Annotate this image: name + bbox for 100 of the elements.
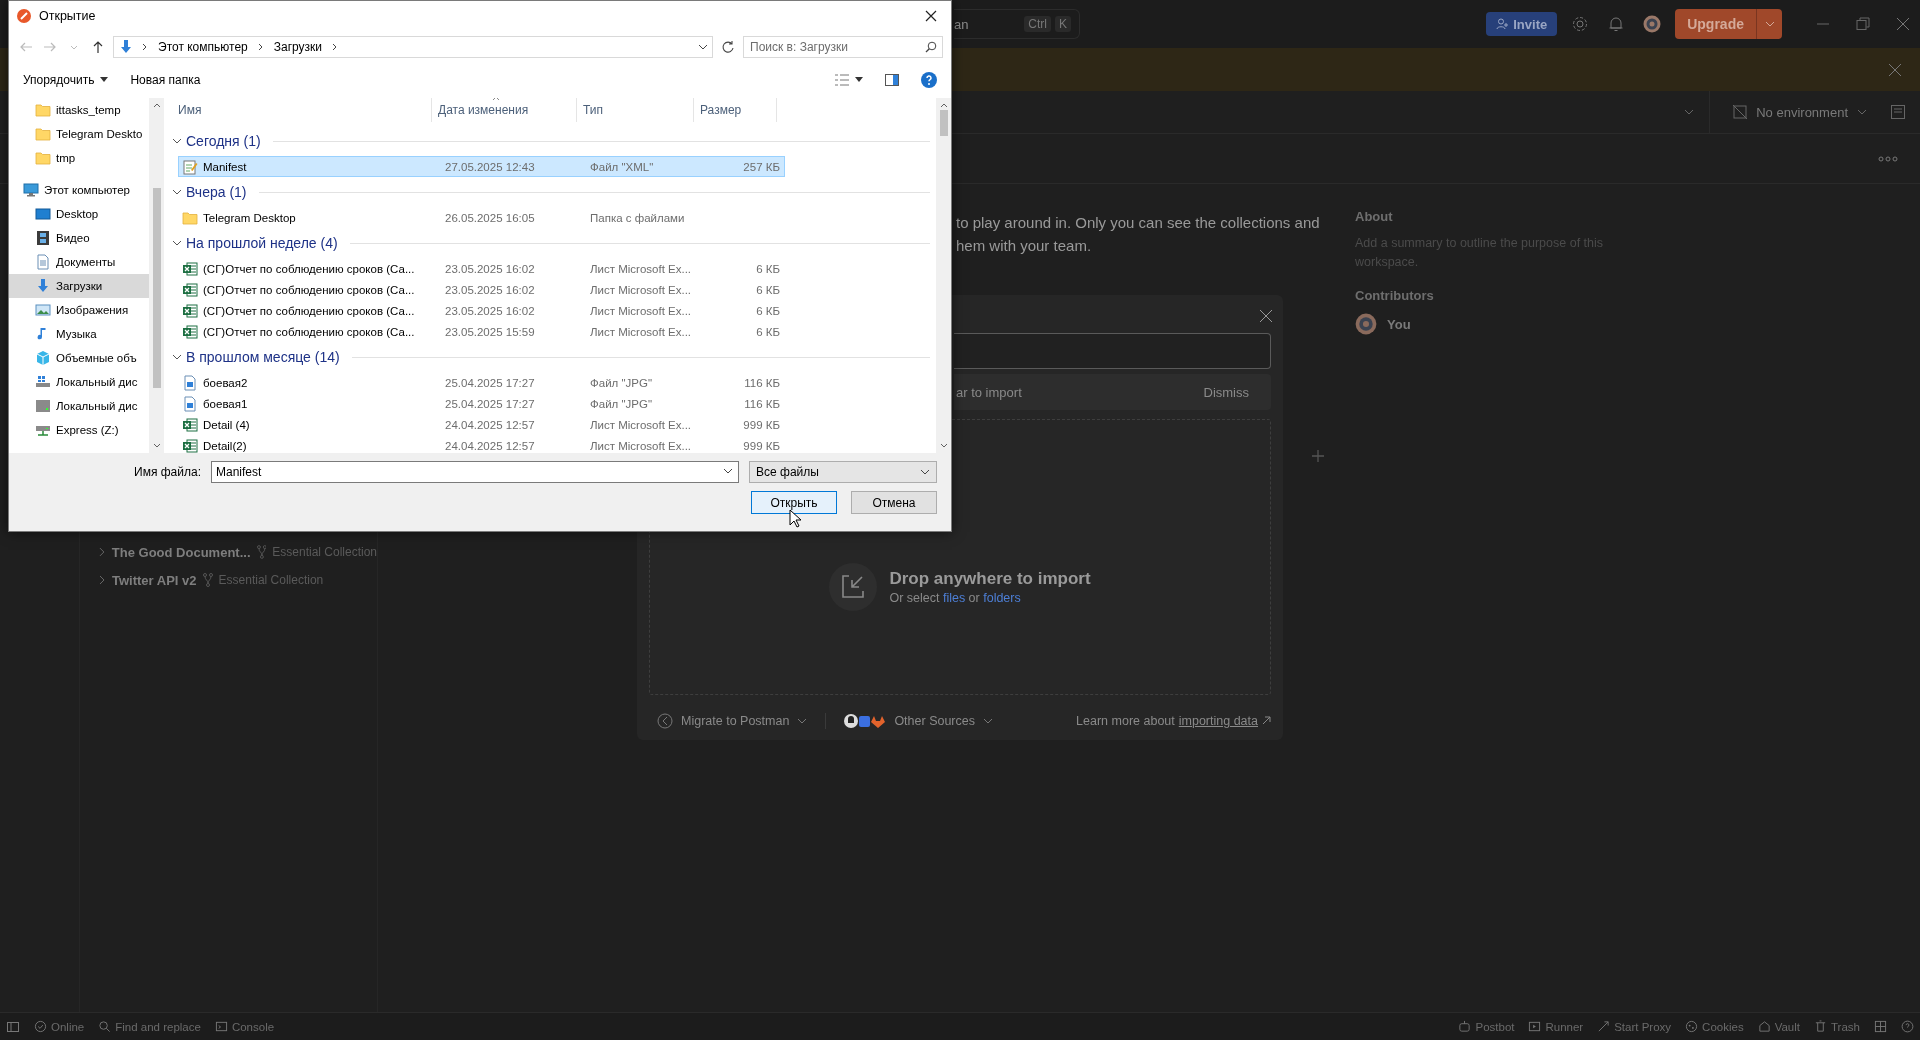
environment-selector[interactable]: No environment (1724, 104, 1876, 120)
importing-data-link[interactable]: importing data (1178, 713, 1258, 728)
variables-icon[interactable] (1890, 104, 1906, 120)
breadcrumb[interactable]: Этот компьютер (156, 40, 250, 54)
chevron-icon[interactable] (172, 238, 182, 248)
file-name[interactable]: (СГ)Отчет по соблюдению сроков (Са... (203, 283, 415, 296)
collection-name[interactable]: Twitter API v2 (112, 572, 197, 588)
sidebar-toggle-icon[interactable] (6, 1019, 20, 1034)
nav-item[interactable]: Документы (9, 250, 149, 274)
dialog-button[interactable]: Открыть (751, 491, 837, 514)
nav-item[interactable]: Объемные объ (9, 346, 149, 370)
scrollbar[interactable] (149, 98, 164, 453)
external-link-icon (1262, 716, 1271, 726)
nav-item[interactable]: tmp (9, 146, 149, 170)
search-field[interactable]: Поиск в: Загрузки (743, 36, 943, 58)
nav-item[interactable]: Видео (9, 226, 149, 250)
file-name[interactable]: боевая1 (203, 397, 248, 410)
close-icon (1259, 309, 1273, 323)
search-field[interactable]: an Ctrl K (954, 9, 1080, 39)
file-date: 25.04.2025 17:27 (444, 376, 536, 389)
monitor-icon (23, 182, 39, 198)
chevron-icon[interactable] (172, 352, 182, 362)
source-logos-icon (844, 712, 887, 729)
column-header[interactable]: Размер (694, 98, 777, 122)
nav-item[interactable]: Загрузки (9, 274, 149, 298)
refresh-icon (721, 40, 735, 54)
pane-icon (885, 74, 899, 86)
scrollbar-thumb[interactable] (152, 188, 161, 388)
other-sources-button[interactable]: Other Sources (836, 712, 1001, 729)
file-date: 27.05.2025 12:43 (444, 160, 536, 173)
bell-icon (1607, 15, 1626, 33)
folders-link[interactable]: folders (983, 591, 1021, 606)
file-size: 6 КБ (755, 262, 781, 275)
organize-menu[interactable]: Упорядочить (19, 70, 113, 90)
more-icon[interactable] (1878, 155, 1898, 162)
plus-icon[interactable] (1311, 449, 1325, 463)
arrow-icon (1597, 1020, 1611, 1033)
nav-item[interactable]: Музыка (9, 322, 149, 346)
new-folder-button[interactable]: Новая папка (126, 70, 205, 90)
collection-name[interactable]: The Good Document... (111, 544, 251, 560)
drive-icon (35, 374, 51, 390)
file-date: 26.05.2025 16:05 (444, 211, 536, 224)
nav-item[interactable]: Изображения (9, 298, 149, 322)
terminal-icon (214, 1020, 228, 1033)
drive-icon (35, 398, 51, 414)
dismiss-button[interactable]: Dismiss (1197, 383, 1255, 401)
breadcrumb[interactable]: Загрузки (271, 40, 325, 54)
invite-button[interactable]: Invite (1486, 12, 1558, 36)
shortcut-key: Ctrl (1024, 16, 1051, 32)
group-header[interactable]: В прошлом месяце (14) (186, 349, 340, 365)
import-field[interactable] (954, 333, 1271, 369)
file-name[interactable]: Detail (4) (203, 418, 250, 431)
files-link[interactable]: files (942, 591, 966, 606)
scrollbar-thumb[interactable] (939, 110, 948, 136)
nav-item[interactable]: Telegram Deskto (9, 122, 149, 146)
column-header[interactable]: Тип (577, 98, 694, 122)
file-name[interactable]: (СГ)Отчет по соблюдению сроков (Са... (203, 325, 415, 338)
image-file-icon (182, 374, 198, 391)
nav-item[interactable]: ittasks_temp (9, 98, 149, 122)
file-name-field[interactable]: Manifest (211, 461, 739, 483)
file-name[interactable]: (СГ)Отчет по соблюдению сроков (Са... (203, 304, 415, 317)
file-name[interactable]: Detail(2) (203, 439, 247, 452)
dropdown-icon[interactable] (698, 42, 708, 52)
chevron-icon[interactable] (172, 187, 182, 197)
column-header[interactable]: Дата изменения (432, 98, 577, 122)
import-icon (840, 574, 867, 601)
nav-item[interactable]: Express (Z:) (9, 418, 149, 442)
layout-icon[interactable] (1874, 1020, 1887, 1033)
section-title: About (1355, 209, 1394, 224)
selected-row[interactable]: Manifest 27.05.2025 12:43 Файл "XML" 257 КБ (178, 156, 785, 177)
nav-item[interactable]: Локальный дис (9, 370, 149, 394)
chevron-icon[interactable] (98, 575, 106, 585)
close-icon[interactable] (1896, 17, 1910, 31)
close-button[interactable] (1257, 307, 1275, 325)
close-icon[interactable] (1888, 62, 1902, 77)
file-name[interactable]: Telegram Desktop (203, 211, 296, 224)
up-arrow-icon (91, 40, 105, 54)
nav-item[interactable]: Локальный дис (9, 394, 149, 418)
nav-item[interactable]: Desktop (9, 202, 149, 226)
nav-item[interactable]: Этот компьютер (9, 178, 149, 202)
dropdown-icon (723, 466, 733, 476)
back-arrow-icon (19, 40, 33, 54)
file-name[interactable]: боевая2 (203, 376, 248, 389)
migrate-button[interactable]: Migrate to Postman (649, 712, 816, 729)
address-bar[interactable]: Этот компьютер Загрузки (113, 36, 713, 58)
dialog-button[interactable]: Отмена (851, 491, 937, 514)
file-type: Лист Microsoft Ex... (589, 325, 693, 338)
group-header[interactable]: Сегодня (1) (186, 133, 261, 149)
chevron-icon[interactable] (172, 136, 182, 146)
file-name[interactable]: Manifest (203, 160, 247, 173)
file-type: Файл "JPG" (589, 376, 653, 389)
file-type: Лист Microsoft Ex... (589, 283, 693, 296)
help-icon[interactable] (1901, 1020, 1914, 1033)
file-name[interactable]: (СГ)Отчет по соблюдению сроков (Са... (203, 262, 415, 275)
column-header[interactable]: Имя (172, 98, 432, 122)
restore-icon[interactable] (1856, 17, 1870, 31)
group-header[interactable]: На прошлой неделе (4) (186, 235, 338, 251)
file-type-dropdown[interactable]: Все файлы (749, 461, 937, 483)
group-header[interactable]: Вчера (1) (186, 184, 247, 200)
scrollbar[interactable] (936, 98, 951, 453)
